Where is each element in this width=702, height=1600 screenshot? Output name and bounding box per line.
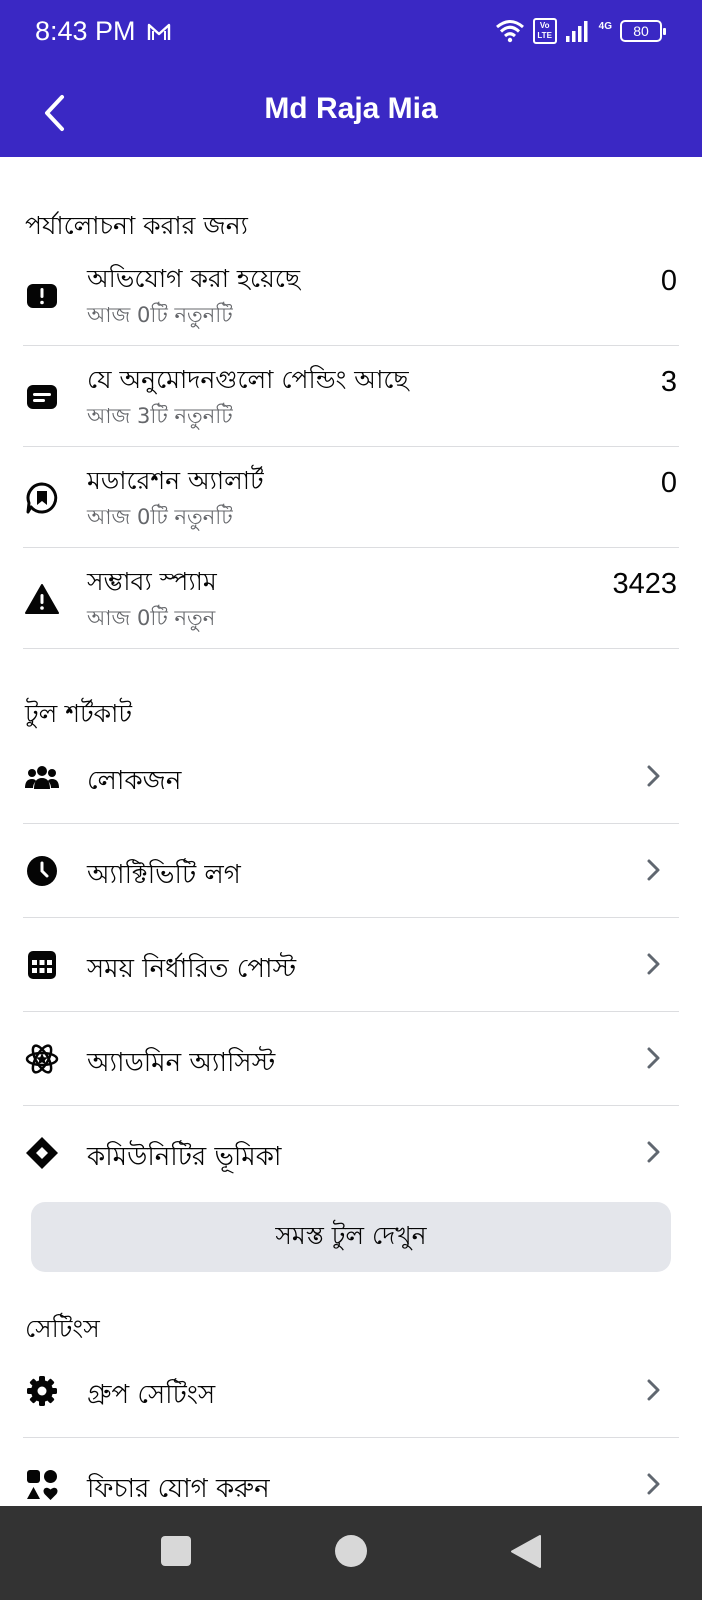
tool-item-admin-assist[interactable]: অ্যাডমিন অ্যাসিস্ট [23,1012,679,1106]
settings-item-group-settings[interactable]: গ্রুপ সেটিংস [23,1344,679,1438]
page-title: Md Raja Mia [264,92,438,125]
chevron-right-icon [647,1141,660,1163]
review-item-moderation-alerts[interactable]: মডারেশন অ্যালার্ট আজ 0টি নতুনটি 0 [23,447,679,548]
review-item-title: মডারেশন অ্যালার্ট [87,466,264,495]
review-item-title: অভিযোগ করা হয়েছে [87,264,301,293]
review-item-count: 3423 [612,568,677,600]
back-icon[interactable] [509,1534,543,1570]
add-features-icon [25,1468,59,1502]
navigation-bar [0,1506,702,1600]
gear-icon [25,1374,59,1408]
review-item-count: 0 [660,265,677,297]
battery-icon: 80 [620,20,666,42]
alert-icon [25,279,59,313]
tool-item-scheduled-posts[interactable]: সময় নির্ধারিত পোস্ট [23,918,679,1012]
chevron-right-icon [647,1047,660,1069]
tool-item-people[interactable]: লোকজন [23,730,679,824]
recent-apps-icon[interactable] [159,1534,193,1568]
review-item-title: সম্ভাব্য স্প্যাম [87,567,217,596]
status-icons: Vo LTE 4G 80 [495,18,666,44]
signal-icon [565,21,588,42]
tool-item-label: কমিউনিটির ভূমিকা [87,1142,282,1172]
people-icon [25,760,59,794]
diamond-icon [25,1136,59,1170]
review-item-reported[interactable]: অভিযোগ করা হয়েছে আজ 0টি নতুনটি 0 [23,245,679,346]
home-icon[interactable] [333,1534,369,1570]
admin-assist-icon [25,1042,59,1076]
review-item-subtitle: আজ 3টি নতুনটি [87,404,233,428]
see-all-tools-button[interactable]: সমস্ত টুল দেখুন [31,1202,671,1272]
review-item-pending[interactable]: যে অনুমোদনগুলো পেন্ডিং আছে আজ 3টি নতুনটি… [23,346,679,447]
chevron-right-icon [647,953,660,975]
tool-item-activity-log[interactable]: অ্যাক্টিভিটি লগ [23,824,679,918]
chevron-right-icon [647,765,660,787]
status-bar: 8:43 PM Vo LTE 4G 80 [0,0,702,70]
calendar-icon [25,948,59,982]
tool-item-label: অ্যাক্টিভিটি লগ [87,860,241,890]
moderation-alert-icon [25,481,59,515]
volte-icon: Vo LTE [532,18,557,44]
review-item-subtitle: আজ 0টি নতুনটি [87,505,233,529]
wifi-icon [495,20,524,43]
app-bar: Md Raja Mia [0,70,702,157]
review-item-potential-spam[interactable]: সম্ভাব্য স্প্যাম আজ 0টি নতুন 3423 [23,548,679,649]
tool-item-label: অ্যাডমিন অ্যাসিস্ট [87,1048,276,1078]
warning-icon [25,582,59,616]
network-type: 4G [598,20,612,32]
tool-item-label: লোকজন [87,766,182,796]
status-time: 8:43 PM [35,16,136,46]
review-item-count: 0 [660,467,677,499]
tool-item-community-roles[interactable]: কমিউনিটির ভূমিকা [23,1106,679,1200]
review-item-title: যে অনুমোদনগুলো পেন্ডিং আছে [87,365,409,394]
review-item-subtitle: আজ 0টি নতুনটি [87,303,233,327]
review-item-subtitle: আজ 0টি নতুন [87,606,216,630]
clock-icon [25,854,59,888]
pending-icon [25,380,59,414]
chevron-right-icon [647,1379,660,1401]
chevron-right-icon [647,859,660,881]
settings-item-label: গ্রুপ সেটিংস [87,1380,216,1410]
chevron-right-icon [647,1473,660,1495]
tool-item-label: সময় নির্ধারিত পোস্ট [87,954,297,984]
review-item-count: 3 [660,366,677,398]
mail-icon [147,23,171,40]
review-section-title: পর্যালোচনা করার জন্য [25,211,248,240]
